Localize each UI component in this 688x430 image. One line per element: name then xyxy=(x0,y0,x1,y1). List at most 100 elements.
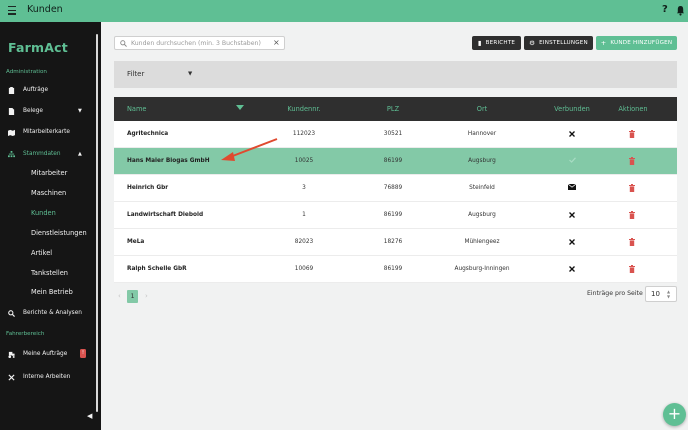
sidebar-item-label: Meine Arbeitszeiten xyxy=(23,395,81,401)
table-row[interactable]: Agritechnica 112023 30521 Hannover xyxy=(114,121,677,148)
settings-button[interactable]: ⚙ EINSTELLUNGEN xyxy=(524,36,593,50)
table-row[interactable]: MeLa 82023 18276 Mühlengeez xyxy=(114,229,677,256)
customer-ort: Mühlengeez xyxy=(464,239,500,245)
not-connected-icon xyxy=(569,239,575,245)
sidebar-subitem-mein-betrieb[interactable]: Mein Betrieb xyxy=(31,288,73,296)
hamburger-menu-icon[interactable] xyxy=(8,6,16,15)
sidebar-item-label: Meine Aufträge xyxy=(23,351,68,357)
customer-plz: 76889 xyxy=(383,185,403,191)
customer-plz: 30521 xyxy=(383,131,403,137)
customer-search[interactable]: × xyxy=(114,36,285,50)
sidebar-scrollbar[interactable] xyxy=(96,34,98,412)
tools-icon xyxy=(8,373,15,381)
per-page-value: 10 xyxy=(651,290,660,298)
chevron-up-icon: ▲ xyxy=(78,151,82,157)
page-title: Kunden xyxy=(27,4,63,15)
sidebar: FarmAct Administration Aufträge Belege ▼… xyxy=(0,22,101,430)
clock-icon xyxy=(9,394,14,395)
collapse-sidebar-icon[interactable]: ◀ xyxy=(87,412,92,420)
customer-ort: Augsburg xyxy=(468,212,496,218)
sidebar-item-belege[interactable]: Belege ▼ xyxy=(0,104,94,118)
per-page-select[interactable]: 10 ▲ ▼ xyxy=(645,286,677,302)
customer-plz: 18276 xyxy=(383,239,403,245)
reports-button[interactable]: ▮ BERICHTE xyxy=(472,36,521,50)
delete-icon[interactable] xyxy=(629,211,635,219)
tractor-icon xyxy=(8,351,15,358)
customer-plz: 86199 xyxy=(383,266,403,272)
column-header-kundennr[interactable]: Kundennr. xyxy=(287,105,320,113)
not-connected-icon xyxy=(569,266,575,272)
customer-name: Ralph Schelle GbR xyxy=(127,266,187,272)
sidebar-item-label: Belege xyxy=(23,108,43,114)
sidebar-subitem-dienstleistungen[interactable]: Dienstleistungen xyxy=(31,229,87,237)
sort-descending-icon[interactable] xyxy=(236,105,244,110)
sidebar-item-label: Stammdaten xyxy=(23,151,61,157)
column-header-plz[interactable]: PLZ xyxy=(387,105,399,113)
chevron-down-icon[interactable]: ▼ xyxy=(188,71,192,77)
sidebar-subitem-artikel[interactable]: Artikel xyxy=(31,249,52,257)
sidebar-item-berichte[interactable]: Berichte & Analysen xyxy=(0,306,94,320)
sidebar-item-meine-auftraege[interactable]: Meine Aufträge ! xyxy=(0,347,94,361)
sidebar-item-meine-arbeitszeiten[interactable]: Meine Arbeitszeiten xyxy=(0,391,94,401)
search-input[interactable] xyxy=(131,38,271,48)
clear-search-icon[interactable]: × xyxy=(273,38,280,47)
customer-name: MeLa xyxy=(127,239,145,245)
filter-bar[interactable]: Filter ▼ xyxy=(114,61,677,88)
add-fab-button[interactable]: + xyxy=(663,403,686,426)
clipboard-icon xyxy=(8,86,15,94)
sidebar-subitem-mitarbeiter[interactable]: Mitarbeiter xyxy=(31,169,67,177)
help-icon[interactable]: ? xyxy=(662,4,668,15)
customer-ort: Steinfeld xyxy=(469,185,495,191)
search-chart-icon xyxy=(8,309,15,317)
sidebar-subitem-tankstellen[interactable]: Tankstellen xyxy=(31,269,68,277)
table-row[interactable]: Landwirtschaft Diebold 1 86199 Augsburg xyxy=(114,202,677,229)
bell-icon[interactable] xyxy=(676,5,685,16)
customer-number: 10069 xyxy=(294,266,314,272)
brand-logo[interactable]: FarmAct xyxy=(8,40,68,55)
delete-icon[interactable] xyxy=(629,157,635,165)
column-header-ort[interactable]: Ort xyxy=(477,105,488,113)
table-row[interactable]: Ralph Schelle GbR 10069 86199 Augsburg-I… xyxy=(114,256,677,283)
chevron-down-icon: ▼ xyxy=(78,108,82,114)
column-header-name[interactable]: Name xyxy=(127,105,146,113)
customer-number: 112023 xyxy=(292,131,316,137)
delete-icon[interactable] xyxy=(629,238,635,246)
select-arrows-icon: ▲ ▼ xyxy=(667,289,671,299)
previous-page-icon[interactable]: ‹ xyxy=(118,292,121,300)
top-bar: Kunden ? xyxy=(0,0,688,22)
column-header-verbunden[interactable]: Verbunden xyxy=(554,105,590,113)
customer-number: 82023 xyxy=(294,239,314,245)
envelope-icon[interactable] xyxy=(568,184,576,190)
customer-number: 3 xyxy=(302,185,306,191)
connected-check-icon xyxy=(569,157,576,163)
sidebar-item-auftraege[interactable]: Aufträge xyxy=(0,83,94,97)
sidebar-item-label: Aufträge xyxy=(23,87,49,93)
settings-button-label: EINSTELLUNGEN xyxy=(539,40,588,46)
sidebar-item-interne-arbeiten[interactable]: Interne Arbeiten xyxy=(0,370,94,384)
sidebar-item-label: Berichte & Analysen xyxy=(23,310,82,316)
customer-plz: 86199 xyxy=(383,212,403,218)
table-header: Name Kundennr. PLZ Ort Verbunden Aktione… xyxy=(114,97,677,121)
section-label-administration: Administration xyxy=(6,69,47,75)
sidebar-subitem-maschinen[interactable]: Maschinen xyxy=(31,189,66,197)
plus-icon: + xyxy=(600,39,607,47)
column-header-aktionen: Aktionen xyxy=(618,105,648,113)
table-row-highlighted[interactable]: Hans Maier Biogas GmbH 10025 86199 Augsb… xyxy=(114,148,677,175)
delete-icon[interactable] xyxy=(629,184,635,192)
customer-number: 1 xyxy=(302,212,306,218)
customer-name: Landwirtschaft Diebold xyxy=(127,212,204,218)
sidebar-item-stammdaten[interactable]: Stammdaten ▲ xyxy=(0,147,94,161)
table-row[interactable]: Heinrich Gbr 3 76889 Steinfeld xyxy=(114,175,677,202)
pagination-current-page[interactable]: 1 xyxy=(127,290,138,303)
sidebar-item-mitarbeiterkarte[interactable]: Mitarbeiterkarte xyxy=(0,125,94,139)
reports-button-label: BERICHTE xyxy=(485,40,516,46)
next-page-icon[interactable]: › xyxy=(145,292,148,300)
sidebar-subitem-kunden[interactable]: Kunden xyxy=(31,209,56,217)
search-icon xyxy=(120,40,127,47)
not-connected-icon xyxy=(569,131,575,137)
delete-icon[interactable] xyxy=(629,265,635,273)
sidebar-item-label: Interne Arbeiten xyxy=(23,374,71,380)
add-customer-button[interactable]: + KUNDE HINZUFÜGEN xyxy=(596,36,677,50)
delete-icon[interactable] xyxy=(629,130,635,138)
customer-ort: Augsburg xyxy=(468,158,496,164)
